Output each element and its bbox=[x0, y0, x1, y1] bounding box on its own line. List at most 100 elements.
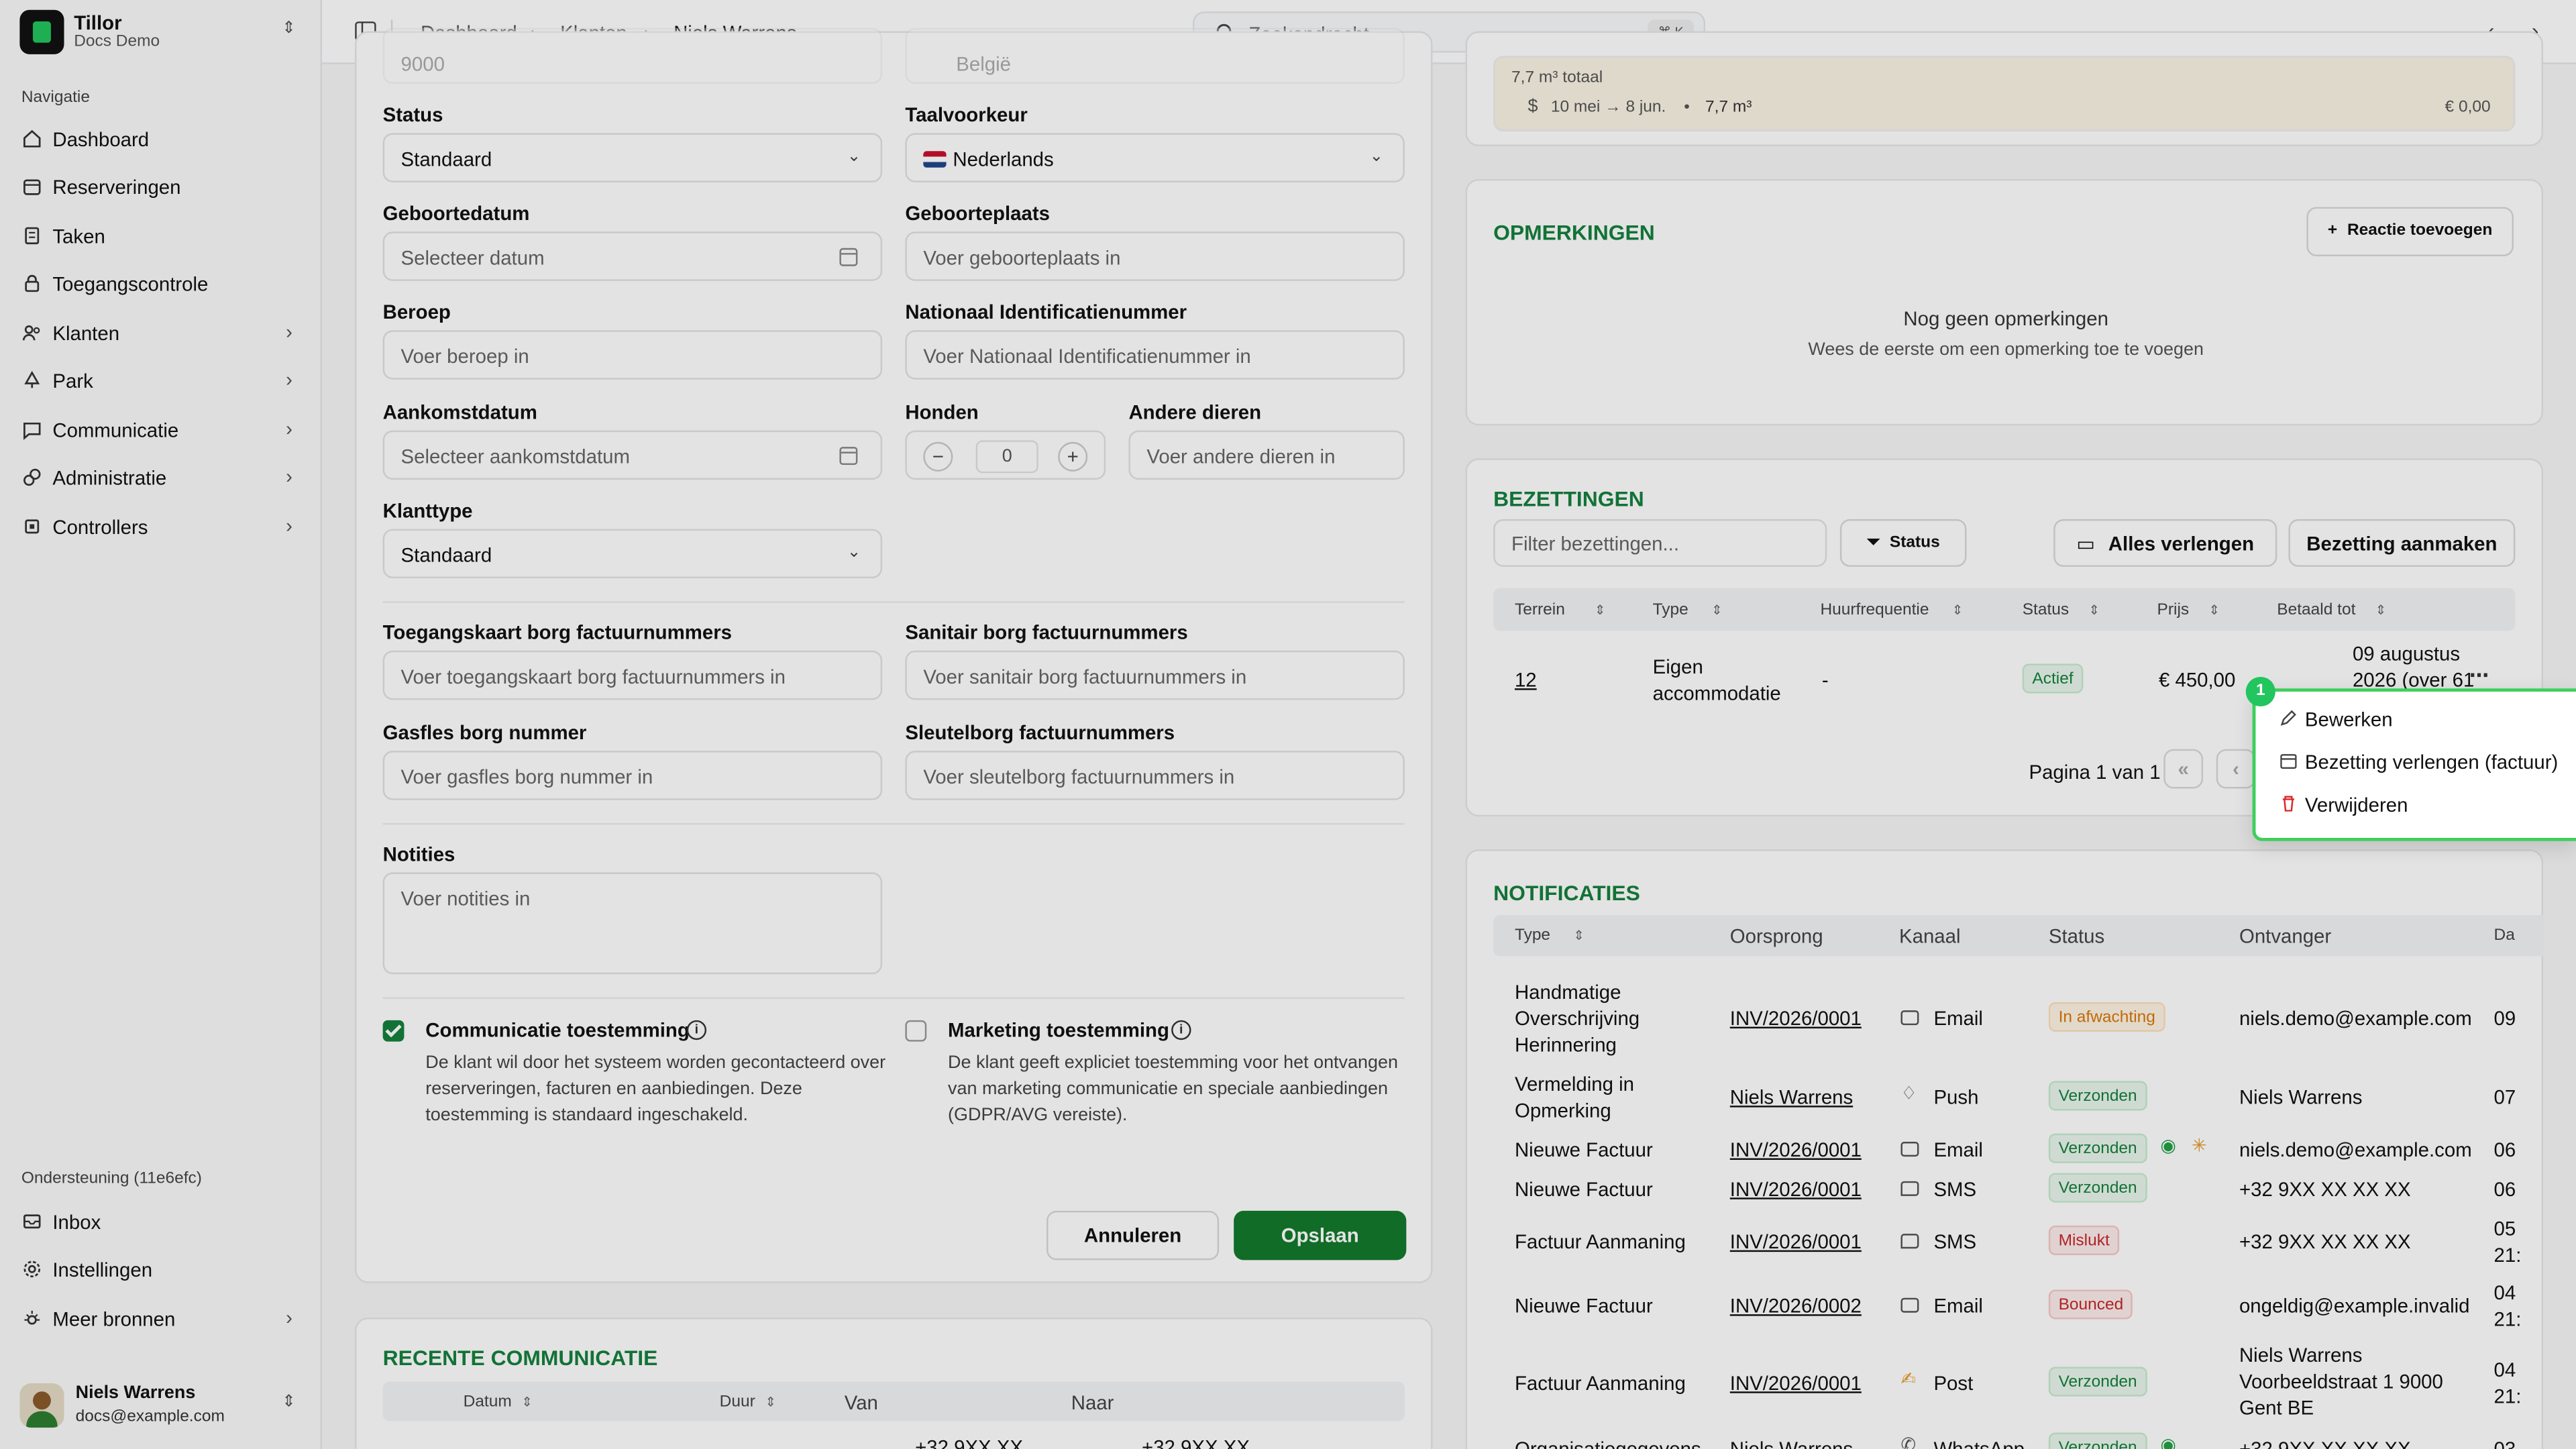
notif-origin-link[interactable]: INV/2026/0001 bbox=[1730, 1229, 1862, 1255]
sidebar-item-label: Toegangscontrole bbox=[52, 272, 209, 296]
support-section-title: Ondersteuning (11e6efc) bbox=[21, 1169, 202, 1188]
notif-channel: Email bbox=[1933, 1138, 1983, 1162]
status-select[interactable]: Standaard ⌄ bbox=[382, 133, 883, 182]
first-page-button[interactable]: « bbox=[2163, 749, 2204, 789]
sidebar-item-meer-bronnen[interactable]: Meer bronnen › bbox=[13, 1298, 309, 1341]
sidebar-item-reserveringen[interactable]: Reserveringen bbox=[13, 166, 309, 209]
status-badge: Verzonden bbox=[2048, 1133, 2147, 1163]
menu-edit[interactable]: Bewerken bbox=[2305, 708, 2393, 731]
usage-card: 7,7 m³ totaal $ 10 mei → 8 jun. • 7,7 m³… bbox=[1465, 31, 2544, 146]
col-kanaal: Kanaal bbox=[1899, 924, 1961, 949]
sidebar-item-dashboard[interactable]: Dashboard bbox=[13, 118, 309, 161]
sidebar-item-instellingen[interactable]: Instellingen bbox=[13, 1248, 309, 1291]
occupations-title: BEZETTINGEN bbox=[1493, 486, 1644, 511]
save-button[interactable]: Opslaan bbox=[1234, 1210, 1407, 1260]
sleutel-input[interactable]: Voer sleutelborg factuurnummers in bbox=[905, 751, 1405, 800]
usage-period: 10 mei → 8 jun. bbox=[1550, 98, 1666, 117]
eye-icon[interactable]: ◉ bbox=[2160, 1434, 2176, 1449]
toegang-input[interactable]: Voer toegangskaart borg factuurnummers i… bbox=[382, 650, 883, 700]
mail-icon bbox=[1900, 1010, 1919, 1026]
empty-title: Nog geen opmerkingen bbox=[1903, 307, 2108, 331]
notif-origin-link[interactable]: INV/2026/0001 bbox=[1730, 1370, 1862, 1396]
users-icon bbox=[22, 325, 40, 341]
notif-origin-link[interactable]: INV/2026/0002 bbox=[1730, 1293, 1862, 1319]
sidebar-item-taken[interactable]: Taken bbox=[13, 215, 309, 258]
notif-date: 06 bbox=[2493, 1177, 2516, 1201]
notif-origin-link[interactable]: INV/2026/0001 bbox=[1730, 1137, 1862, 1163]
filter-occupations-input[interactable]: Filter bezettingen... bbox=[1493, 519, 1827, 567]
sidebar-item-label: Dashboard bbox=[52, 128, 150, 152]
chevron-right-icon: › bbox=[286, 514, 292, 537]
nid-input[interactable]: Voer Nationaal Identificatienummer in bbox=[905, 330, 1405, 380]
eye-icon[interactable]: ◉ bbox=[2160, 1135, 2176, 1157]
country-field[interactable]: België bbox=[905, 28, 1405, 84]
sanitair-input[interactable]: Voer sanitair borg factuurnummers in bbox=[905, 650, 1405, 700]
row-prijs: € 450,00 bbox=[2158, 668, 2236, 692]
postcode-field[interactable]: 9000 bbox=[382, 28, 883, 84]
sidebar-item-administratie[interactable]: Administratie › bbox=[13, 457, 309, 500]
col-terrein[interactable]: Terrein ⇕ bbox=[1515, 601, 1605, 619]
sidebar-item-inbox[interactable]: Inbox bbox=[13, 1201, 309, 1244]
comments-title: OPMERKINGEN bbox=[1493, 220, 1655, 245]
row-terrein-link[interactable]: 12 bbox=[1515, 667, 1537, 693]
col-duur[interactable]: Duur ⇕ bbox=[720, 1393, 776, 1411]
col-ontvanger: Ontvanger bbox=[2239, 924, 2332, 949]
sidebar: Tillor Docs Demo ⇕ Navigatie Dashboard R… bbox=[0, 0, 323, 1449]
geboorteplaats-input[interactable]: Voer geboorteplaats in bbox=[905, 231, 1405, 281]
col-prijs[interactable]: Prijs ⇕ bbox=[2157, 601, 2220, 619]
marketing-consent-checkbox[interactable] bbox=[905, 1020, 927, 1042]
info-icon[interactable]: i bbox=[686, 1020, 707, 1040]
create-occupation-button[interactable]: Bezetting aanmaken bbox=[2288, 519, 2516, 567]
prev-page-button[interactable]: ‹ bbox=[2216, 749, 2256, 789]
beroep-input[interactable]: Voer beroep in bbox=[382, 330, 883, 380]
cancel-button[interactable]: Annuleren bbox=[1046, 1210, 1220, 1260]
notities-textarea[interactable]: Voer notities in bbox=[382, 872, 883, 975]
row-context-menu: Bewerken Bezetting verlengen (factuur) V… bbox=[2252, 688, 2576, 841]
more-actions-icon[interactable]: ⋯ bbox=[2469, 663, 2489, 686]
notif-origin-link[interactable]: Niels Warrens bbox=[1730, 1436, 1853, 1449]
minus-icon[interactable]: − bbox=[923, 441, 953, 472]
usage-total: 7,7 m³ totaal bbox=[1511, 68, 1603, 87]
col-status[interactable]: Status ⇕ bbox=[2023, 601, 2100, 619]
col-datum[interactable]: Datum ⇕ bbox=[464, 1393, 533, 1411]
beroep-label: Beroep bbox=[382, 301, 451, 324]
org-name: Tillor bbox=[74, 11, 122, 35]
sidebar-item-toegangscontrole[interactable]: Toegangscontrole bbox=[13, 263, 309, 306]
honden-stepper[interactable]: − 0 + bbox=[905, 430, 1106, 480]
org-switcher[interactable]: Tillor Docs Demo ⇕ bbox=[19, 9, 302, 54]
sidebar-item-controllers[interactable]: Controllers › bbox=[13, 506, 309, 549]
info-icon[interactable]: i bbox=[1171, 1020, 1191, 1040]
sidebar-item-communicatie[interactable]: Communicatie › bbox=[13, 409, 309, 452]
toegang-label: Toegangskaart borg factuurnummers bbox=[382, 621, 732, 645]
add-comment-button[interactable]: + Reactie toevoegen bbox=[2306, 207, 2514, 257]
extend-all-button[interactable]: ▭ Alles verlengen bbox=[2053, 519, 2277, 567]
col-type[interactable]: Type ⇕ bbox=[1515, 926, 1585, 945]
dieren-input[interactable]: Voer andere dieren in bbox=[1128, 430, 1405, 480]
notif-origin-link[interactable]: Niels Warrens bbox=[1730, 1084, 1853, 1110]
gasfles-input[interactable]: Voer gasfles borg nummer in bbox=[382, 751, 883, 800]
col-betaald[interactable]: Betaald tot ⇕ bbox=[2277, 601, 2386, 619]
row-type: Eigen accommodatie bbox=[1652, 655, 1781, 705]
col-huurfrequentie[interactable]: Huurfrequentie ⇕ bbox=[1820, 601, 1963, 619]
col-naar: Naar bbox=[1071, 1391, 1114, 1415]
sidebar-item-park[interactable]: Park › bbox=[13, 360, 309, 402]
honden-value[interactable]: 0 bbox=[975, 440, 1038, 474]
pagination-label: Pagina 1 van 1 bbox=[2029, 760, 2161, 784]
user-menu[interactable]: Niels Warrens docs@example.com ⇕ bbox=[19, 1377, 302, 1436]
aankomst-picker[interactable]: Selecteer aankomstdatum bbox=[382, 430, 883, 480]
notif-origin-link[interactable]: INV/2026/0001 bbox=[1730, 1006, 1862, 1032]
sidebar-item-klanten[interactable]: Klanten › bbox=[13, 312, 309, 355]
menu-delete[interactable]: Verwijderen bbox=[2305, 794, 2408, 816]
plus-icon[interactable]: + bbox=[1058, 441, 1088, 472]
taal-select[interactable]: Nederlands ⌄ bbox=[905, 133, 1405, 182]
chevron-down-icon: ⌄ bbox=[847, 148, 861, 166]
menu-extend-invoice[interactable]: Bezetting verlengen (factuur) bbox=[2305, 751, 2558, 773]
klanttype-select[interactable]: Standaard ⌄ bbox=[382, 529, 883, 579]
geboortedatum-picker[interactable]: Selecteer datum bbox=[382, 231, 883, 281]
sleutel-label: Sleutelborg factuurnummers bbox=[905, 721, 1175, 745]
comm-consent-checkbox[interactable] bbox=[382, 1020, 405, 1042]
col-type[interactable]: Type ⇕ bbox=[1653, 601, 1723, 619]
status-filter-button[interactable]: ⏷ Status bbox=[1839, 519, 1967, 567]
notif-origin-link[interactable]: INV/2026/0001 bbox=[1730, 1176, 1862, 1202]
click-icon[interactable]: ✳ bbox=[2192, 1135, 2207, 1157]
